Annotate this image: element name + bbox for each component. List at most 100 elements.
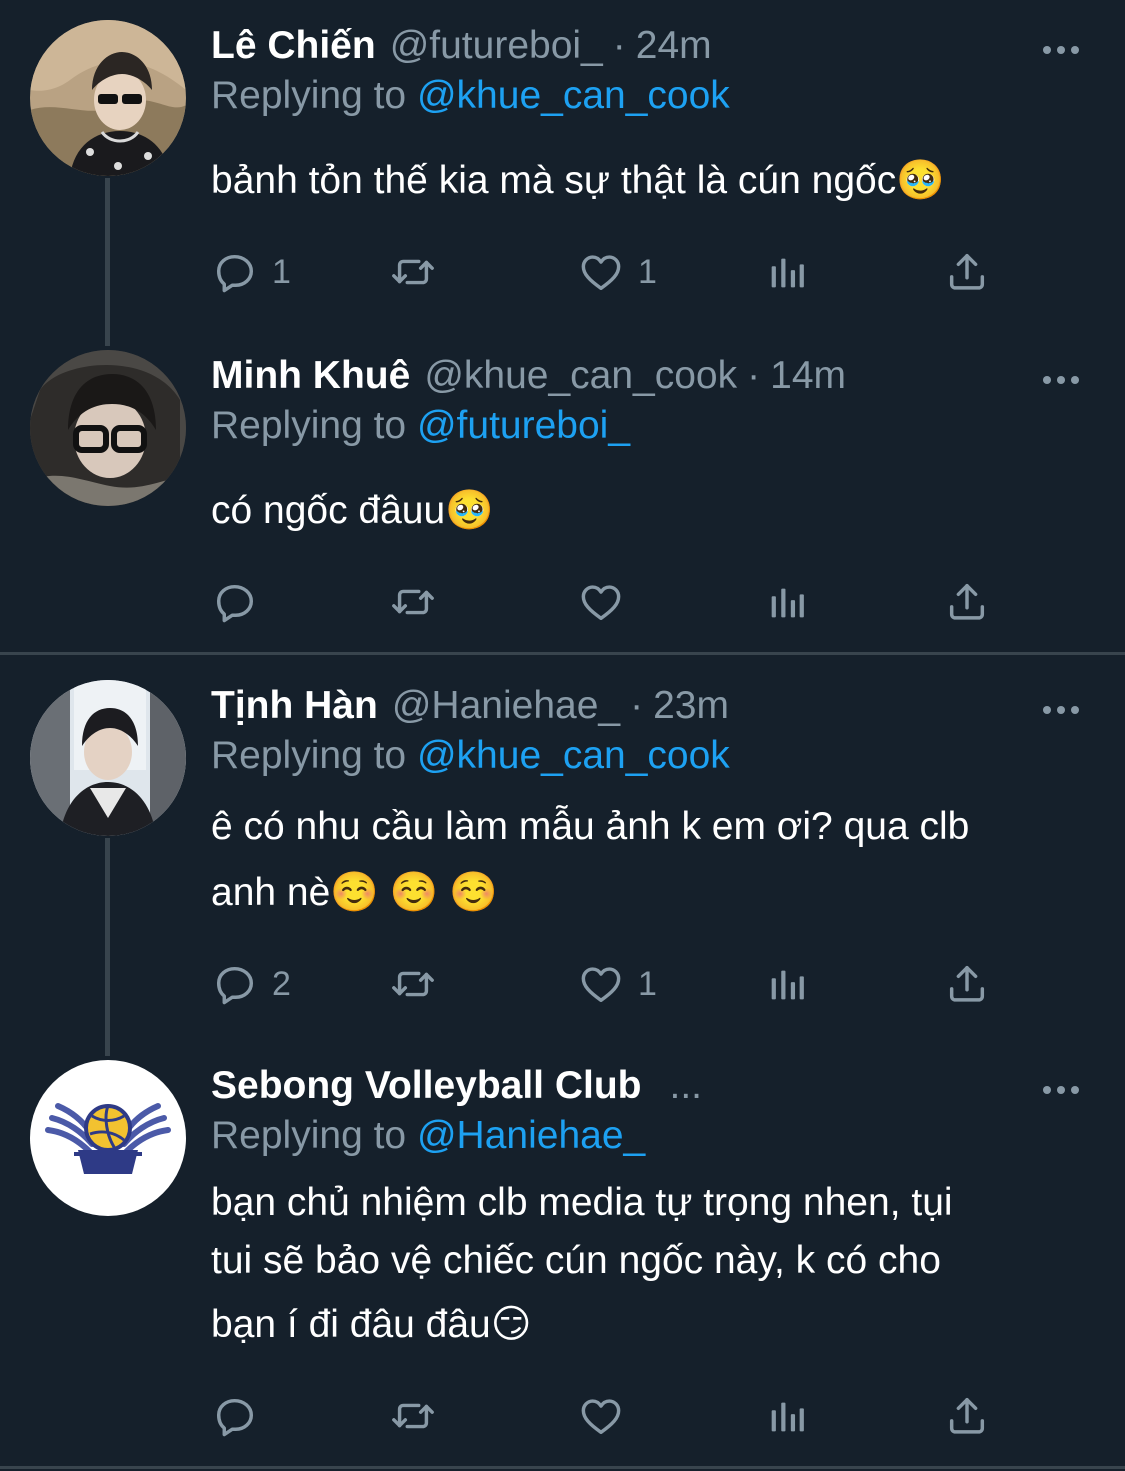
reply-icon <box>212 961 258 1007</box>
retweet-icon <box>390 249 436 295</box>
tweet-time[interactable]: 24m <box>636 24 712 68</box>
reply-button[interactable] <box>212 578 272 626</box>
more-icon[interactable] <box>1041 704 1081 716</box>
tweet-text-line: ê có nhu cầu làm mẫu ảnh k em ơi? qua cl… <box>211 805 970 848</box>
like-count: 1 <box>638 252 657 291</box>
retweet-icon <box>390 579 436 625</box>
user-handle[interactable]: @khue_can_cook <box>424 354 737 398</box>
tweet-text: ê có nhu cầu làm mẫu ảnh k em ơi? qua cl… <box>211 794 1075 926</box>
reply-button[interactable]: 2 <box>212 960 291 1008</box>
tweet-text: bảnh tỏn thế kia mà sự thật là cún ngốc🥹 <box>211 159 945 202</box>
mention-link[interactable]: @khue_can_cook <box>417 74 730 117</box>
replying-to-label: Replying to <box>211 1114 407 1157</box>
heart-icon <box>578 1393 624 1439</box>
mention-link[interactable]: @Haniehae_ <box>417 1114 645 1157</box>
analytics-button[interactable] <box>764 1392 810 1440</box>
retweet-icon <box>390 1393 436 1439</box>
analytics-button[interactable] <box>764 960 810 1008</box>
analytics-icon <box>764 579 810 625</box>
reply-icon <box>212 579 258 625</box>
avatar[interactable] <box>30 680 186 836</box>
conversation-divider <box>0 1466 1125 1469</box>
analytics-icon <box>764 961 810 1007</box>
like-button[interactable]: 1 <box>578 248 657 296</box>
tweet-text-line: tui sẽ bảo vệ chiếc cún ngốc này, k có c… <box>211 1239 941 1282</box>
share-icon <box>944 961 990 1007</box>
tweet-time[interactable]: 23m <box>653 684 729 728</box>
tweet[interactable]: Sebong Volleyball Club ... Replying to @… <box>0 1060 1125 1450</box>
reply-icon <box>212 1393 258 1439</box>
reply-button[interactable]: 1 <box>212 248 291 296</box>
display-name[interactable]: Tịnh Hàn <box>211 684 378 728</box>
reply-icon <box>212 249 258 295</box>
heart-icon <box>578 579 624 625</box>
tweet-text-line: bạn chủ nhiệm clb media tự trọng nhen, t… <box>211 1181 953 1224</box>
replying-to-label: Replying to <box>211 74 407 117</box>
separator-dot: · <box>612 24 626 67</box>
reply-count: 1 <box>272 252 291 291</box>
heart-icon <box>578 249 624 295</box>
replying-to-label: Replying to <box>211 734 407 777</box>
share-button[interactable] <box>944 1392 990 1440</box>
display-name[interactable]: Lê Chiến <box>211 24 376 68</box>
share-button[interactable] <box>944 578 990 626</box>
tweet-actions: 2 1 <box>212 960 1012 1008</box>
tweet-actions <box>212 578 1012 626</box>
heart-icon <box>578 961 624 1007</box>
retweet-button[interactable] <box>390 248 436 296</box>
like-button[interactable] <box>578 1392 638 1440</box>
tweet-header: Lê Chiến @futureboi_ · 24m <box>211 16 1065 76</box>
retweet-button[interactable] <box>390 960 436 1008</box>
avatar[interactable] <box>30 1060 186 1216</box>
more-icon[interactable] <box>1041 1084 1081 1096</box>
tweet-time[interactable]: 14m <box>770 354 846 398</box>
tweet-header: Minh Khuê @khue_can_cook · 14m <box>211 346 1065 406</box>
reply-button[interactable] <box>212 1392 272 1440</box>
like-button[interactable]: 1 <box>578 960 657 1008</box>
replying-to: Replying to @futureboi_ <box>211 404 630 448</box>
display-name[interactable]: Minh Khuê <box>211 354 410 398</box>
replying-to: Replying to @khue_can_cook <box>211 734 730 778</box>
tweet-text: bạn chủ nhiệm clb media tự trọng nhen, t… <box>211 1174 1075 1354</box>
share-icon <box>944 1393 990 1439</box>
user-handle[interactable]: @futureboi_ <box>390 24 603 68</box>
avatar[interactable] <box>30 20 186 176</box>
share-button[interactable] <box>944 960 990 1008</box>
more-icon[interactable] <box>1041 374 1081 386</box>
share-button[interactable] <box>944 248 990 296</box>
name-truncation: ... <box>669 1064 703 1107</box>
reply-count: 2 <box>272 964 291 1003</box>
replying-to: Replying to @Haniehae_ <box>211 1114 645 1158</box>
retweet-icon <box>390 961 436 1007</box>
tweet-text: có ngốc đâuu🥹 <box>211 489 494 532</box>
analytics-icon <box>764 1393 810 1439</box>
tweet[interactable]: Lê Chiến @futureboi_ · 24m Replying to @… <box>0 20 1125 310</box>
like-button[interactable] <box>578 578 638 626</box>
user-handle[interactable]: @Haniehae_ <box>392 684 620 728</box>
conversation-divider <box>0 652 1125 655</box>
tweet-actions: 1 1 <box>212 248 1012 296</box>
separator-dot: · <box>630 684 644 727</box>
tweet[interactable]: Minh Khuê @khue_can_cook · 14m Replying … <box>0 350 1125 640</box>
tweet-actions <box>212 1392 1012 1440</box>
retweet-button[interactable] <box>390 578 436 626</box>
retweet-button[interactable] <box>390 1392 436 1440</box>
tweet-text-line: bạn í đi đâu đâu😏 <box>211 1303 532 1346</box>
tweet-header: Sebong Volleyball Club ... <box>211 1056 1065 1116</box>
tweet-text-line: anh nè☺️ ☺️ ☺️ <box>211 871 498 914</box>
avatar[interactable] <box>30 350 186 506</box>
display-name[interactable]: Sebong Volleyball Club <box>211 1064 642 1108</box>
mention-link[interactable]: @futureboi_ <box>417 404 630 447</box>
separator-dot: · <box>747 354 761 397</box>
tweet-thread: Lê Chiến @futureboi_ · 24m Replying to @… <box>0 0 1125 1471</box>
analytics-button[interactable] <box>764 248 810 296</box>
analytics-icon <box>764 249 810 295</box>
tweet-header: Tịnh Hàn @Haniehae_ · 23m <box>211 676 1065 736</box>
tweet[interactable]: Tịnh Hàn @Haniehae_ · 23m Replying to @k… <box>0 680 1125 1010</box>
share-icon <box>944 249 990 295</box>
analytics-button[interactable] <box>764 578 810 626</box>
replying-to: Replying to @khue_can_cook <box>211 74 730 118</box>
share-icon <box>944 579 990 625</box>
mention-link[interactable]: @khue_can_cook <box>417 734 730 777</box>
more-icon[interactable] <box>1041 44 1081 56</box>
